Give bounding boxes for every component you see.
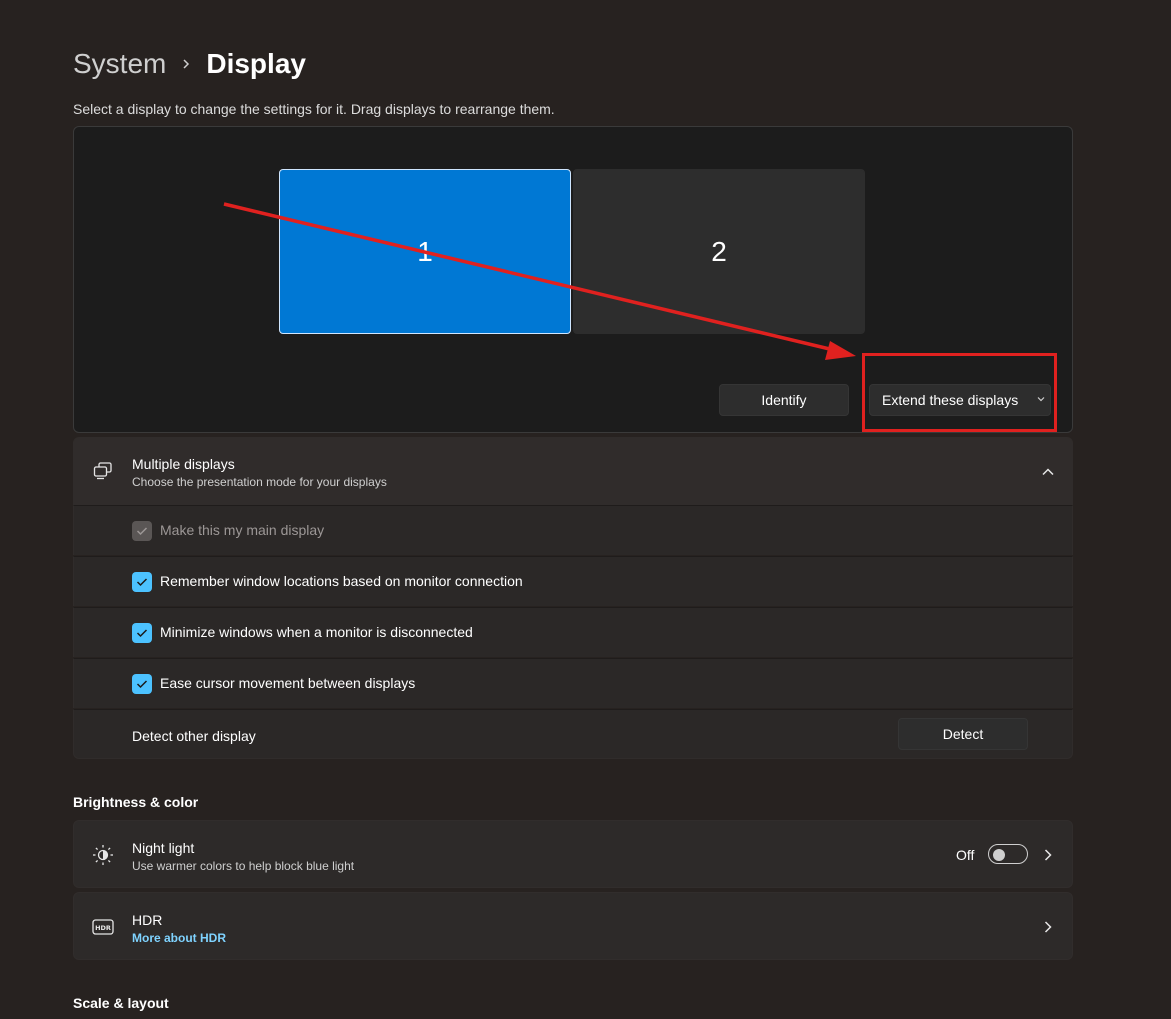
more-about-hdr-link[interactable]: More about HDR — [132, 931, 226, 945]
chevron-up-icon[interactable] — [1038, 463, 1058, 481]
main-display-checkbox[interactable] — [132, 521, 152, 541]
hdr-icon: HDR — [91, 917, 115, 937]
option-minimize-windows: Minimize windows when a monitor is disco… — [73, 607, 1073, 657]
monitor-1-label: 1 — [417, 235, 433, 267]
multiple-displays-subtitle: Choose the presentation mode for your di… — [132, 475, 387, 489]
chevron-right-icon — [166, 44, 206, 84]
night-light-toggle[interactable] — [988, 844, 1028, 864]
page-title: Display — [206, 48, 306, 79]
brightness-color-heading: Brightness & color — [73, 794, 199, 810]
detect-button[interactable]: Detect — [898, 718, 1028, 750]
breadcrumb: System Display — [73, 44, 306, 84]
multiple-displays-header[interactable]: Multiple displays Choose the presentatio… — [73, 437, 1073, 505]
night-light-title: Night light — [132, 840, 195, 856]
monitor-2-tile[interactable]: 2 — [573, 169, 865, 334]
scale-layout-heading: Scale & layout — [73, 995, 169, 1011]
remember-locations-label: Remember window locations based on monit… — [160, 573, 523, 589]
minimize-windows-label: Minimize windows when a monitor is disco… — [160, 624, 473, 640]
multiple-displays-icon — [92, 460, 114, 482]
breadcrumb-system[interactable]: System — [73, 48, 166, 80]
monitor-1-tile[interactable]: 1 — [279, 169, 571, 334]
detect-other-display-label: Detect other display — [132, 728, 256, 744]
ease-cursor-label: Ease cursor movement between displays — [160, 675, 416, 691]
night-light-state: Off — [956, 847, 975, 863]
toggle-knob — [993, 849, 1005, 861]
remember-locations-checkbox[interactable] — [132, 572, 152, 592]
annotation-highlight-box — [862, 353, 1057, 432]
night-light-card[interactable]: Night light Use warmer colors to help bl… — [73, 820, 1073, 888]
chevron-right-icon[interactable] — [1040, 917, 1056, 937]
night-light-icon — [91, 843, 115, 867]
main-display-label: Make this my main display — [160, 522, 325, 538]
minimize-windows-checkbox[interactable] — [132, 623, 152, 643]
monitor-2-label: 2 — [711, 235, 727, 267]
arrangement-instruction: Select a display to change the settings … — [73, 101, 555, 117]
hdr-card[interactable]: HDR HDR More about HDR — [73, 892, 1073, 960]
ease-cursor-checkbox[interactable] — [132, 674, 152, 694]
detect-other-display-row: Detect other display Detect — [73, 709, 1073, 759]
option-remember-locations: Remember window locations based on monit… — [73, 556, 1073, 606]
identify-button[interactable]: Identify — [719, 384, 849, 416]
night-light-subtitle: Use warmer colors to help block blue lig… — [132, 859, 355, 873]
multiple-displays-title: Multiple displays — [132, 456, 235, 472]
svg-text:HDR: HDR — [95, 924, 111, 932]
chevron-right-icon[interactable] — [1040, 845, 1056, 865]
option-main-display: Make this my main display — [73, 505, 1073, 555]
option-ease-cursor: Ease cursor movement between displays — [73, 658, 1073, 708]
hdr-title: HDR — [132, 912, 163, 928]
